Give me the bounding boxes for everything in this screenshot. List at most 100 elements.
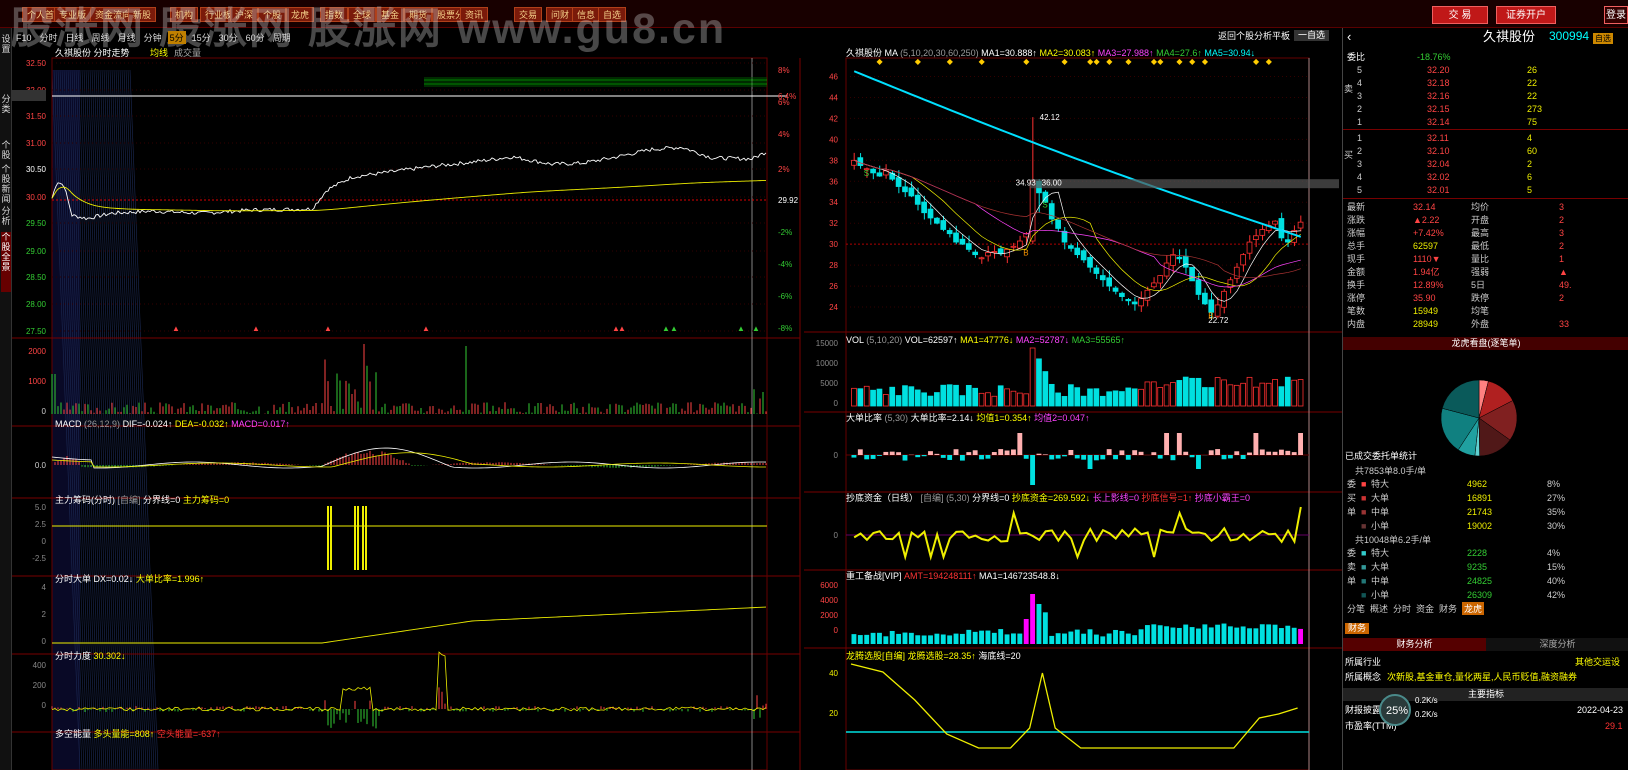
candle-body <box>985 252 991 257</box>
size: 26 <box>1527 65 1538 75</box>
candle-body <box>1259 229 1266 236</box>
kvol-bar <box>902 385 908 407</box>
quote-tab[interactable]: 资金 <box>1416 602 1434 615</box>
stat-row: 现手 1110▼ 量比 1 <box>1347 253 1627 265</box>
left-tab-settings[interactable]: 设置 <box>1 34 11 74</box>
deep-analysis-tab[interactable]: 深度分析 <box>1486 638 1628 651</box>
ma250-line <box>853 70 1302 238</box>
back-icon[interactable]: ‹ <box>1347 30 1351 43</box>
kvol-bar <box>1125 387 1132 407</box>
open-account-button[interactable]: 证券开户 <box>1496 6 1556 24</box>
pct: 40% <box>1547 576 1566 586</box>
price-tick-left: 30.00 <box>26 193 47 202</box>
kvol-tick: 5000 <box>820 379 838 388</box>
toolbar-button[interactable]: 机构 <box>170 7 199 22</box>
toolbar-button[interactable]: 交易 <box>514 7 543 22</box>
stat-label: 总手 <box>1347 241 1366 251</box>
event-marker: ◆ <box>1266 57 1273 66</box>
kzj-bar <box>1042 612 1048 644</box>
industry-value: 其他交运设 <box>1575 657 1621 667</box>
kvol-bar <box>895 395 902 407</box>
toolbar-button[interactable]: 指数 <box>320 7 349 22</box>
kzj-bar <box>1183 624 1189 644</box>
kdd-bar <box>1285 450 1291 455</box>
kvol-bar <box>1202 387 1208 407</box>
kdd-bar <box>1049 455 1055 460</box>
kdd-bar <box>1234 451 1240 455</box>
buy-row: 5 32.01 5 <box>1347 184 1627 196</box>
candle-body <box>1106 277 1112 287</box>
kdd-bar <box>889 451 895 455</box>
kdd-bar <box>1017 433 1023 455</box>
flat-button[interactable]: 平板 <box>1272 31 1290 42</box>
candle-body <box>1010 245 1017 248</box>
toolbar-button[interactable]: 全球 <box>348 7 377 22</box>
toolbar-button[interactable]: 期货 <box>404 7 433 22</box>
stat-row: 涨停 35.90 跌停 2 <box>1347 292 1627 304</box>
toolbar-button[interactable]: 资讯 <box>460 7 489 22</box>
buy-side-label: 买 <box>1344 150 1354 160</box>
kdd-bar <box>864 455 870 460</box>
kdd-bar <box>1138 451 1144 455</box>
toolbar-button[interactable]: 龙虎 <box>286 7 315 22</box>
intraday-chart[interactable]: 32.5032.0031.8531.5031.0030.5030.0029.50… <box>12 28 812 770</box>
quote-tab[interactable]: 分时 <box>1393 602 1411 615</box>
kzj-bar <box>1240 626 1246 644</box>
left-tab-stock[interactable]: 个股 <box>1 140 11 162</box>
kzj-tick: 4000 <box>820 596 838 605</box>
toolbar-button[interactable]: 个股 <box>258 7 287 22</box>
toolbar-button[interactable]: 新股 <box>128 7 157 22</box>
price: 32.11 <box>1427 133 1449 143</box>
trade-button[interactable]: 交 易 <box>1432 6 1488 24</box>
toolbar-button[interactable]: 问财 <box>546 7 575 22</box>
price-tick-left: 31.50 <box>26 112 47 121</box>
quote-tab[interactable]: 龙虎 <box>1462 602 1485 615</box>
buy-total-row: 共7853单8.0手/单 <box>1347 465 1627 477</box>
kdd-bar <box>1011 449 1016 455</box>
left-tab-panorama[interactable]: 个股全景 <box>1 232 11 292</box>
left-tab-category[interactable]: 分类 <box>1 94 11 134</box>
kzj-bar <box>877 632 882 644</box>
kvol-bar <box>1036 358 1042 407</box>
kdd-bar <box>1298 433 1303 455</box>
login-button[interactable]: 登录 <box>1604 6 1628 24</box>
kzj-bar <box>966 629 972 644</box>
kdd-bar <box>921 455 927 457</box>
kzj-bar <box>1017 633 1023 644</box>
trade-signal-marker: ▲ <box>618 324 626 333</box>
quote-tab[interactable]: 分笔 <box>1347 602 1365 615</box>
kdd-bar <box>1278 449 1284 455</box>
swatch: ■ <box>1361 590 1367 600</box>
kline-ld-label: 龙腾选股[自编] 龙腾选股=28.35↑ 海底线=20 <box>846 651 1021 661</box>
toolbar-button[interactable]: 自选 <box>598 7 627 22</box>
finance-analysis-tab[interactable]: 财务分析 <box>1343 638 1486 651</box>
candle-body <box>921 201 927 214</box>
toolbar-button[interactable]: 基金 <box>376 7 405 22</box>
back-to-analysis-link[interactable]: 返回个股分析 <box>1218 31 1272 42</box>
toolbar-button[interactable]: 沪深 <box>230 7 259 22</box>
type: 小单 <box>1371 521 1390 531</box>
self-select-dropdown[interactable]: 一自选 <box>1294 30 1330 41</box>
kvol-bar <box>991 395 998 407</box>
left-tab-analysis[interactable]: 分析 <box>1 206 11 228</box>
quote-tab[interactable]: 财务 <box>1439 602 1457 615</box>
self-select-tag[interactable]: 自选 <box>1593 33 1613 44</box>
kzj-bar <box>1132 635 1138 644</box>
finance-tab[interactable]: 财务 <box>1345 623 1370 634</box>
quote-tab[interactable]: 概述 <box>1370 602 1388 615</box>
pct: 4% <box>1547 548 1561 558</box>
toolbar-button[interactable]: 信息 <box>572 7 601 22</box>
side-char: 卖 <box>1347 562 1357 572</box>
vol: 4962 <box>1467 479 1488 489</box>
kdd-bar <box>1247 452 1252 455</box>
toolbar-button[interactable]: 专业版 <box>54 7 92 22</box>
candle-body <box>1195 279 1202 295</box>
left-tab-news[interactable]: 个股新闻 <box>1 164 11 204</box>
stat-row: 总手 62597 最低 2 <box>1347 240 1627 252</box>
zl-bar <box>330 506 332 570</box>
kdd-bar <box>1183 451 1189 455</box>
pct-tick-right: -6% <box>778 292 792 301</box>
pe-value: 29.1 <box>1605 721 1623 731</box>
dadan-line <box>52 606 767 644</box>
kzj-bar <box>1074 629 1080 644</box>
